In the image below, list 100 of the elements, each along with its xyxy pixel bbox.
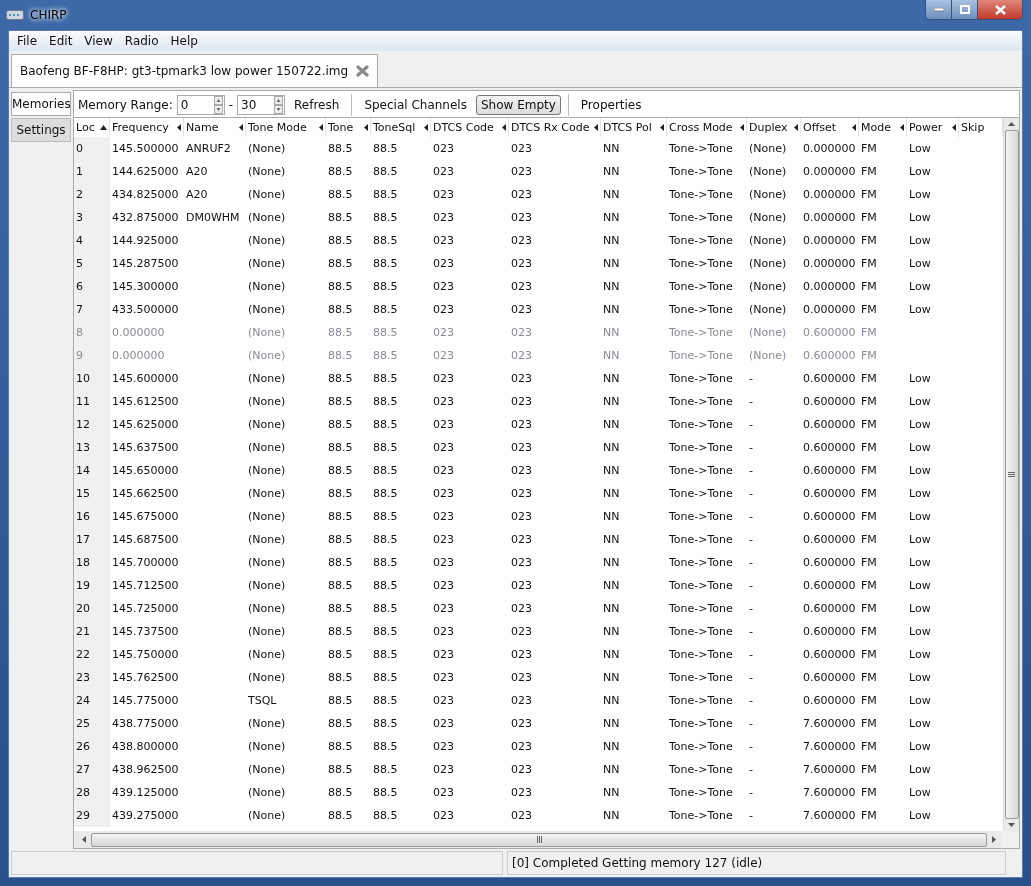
table-cell-text: Low (908, 164, 932, 180)
table-cell-text: Tone->Tone (668, 578, 734, 594)
table-cell-text: 023 (510, 141, 533, 157)
minimize-button[interactable] (926, 0, 952, 19)
table-cell-text: (None) (247, 463, 287, 479)
properties-button[interactable]: Properties (575, 95, 647, 115)
table-cell-text: - (748, 670, 754, 686)
menu-item[interactable]: View (78, 34, 119, 48)
table-cell-text: 023 (432, 164, 455, 180)
column-header[interactable]: Frequency (110, 118, 184, 137)
menu-item[interactable]: Help (164, 34, 204, 48)
table-cell-text: 145.625000 (111, 417, 180, 433)
table-cell-text: Tone->Tone (668, 302, 734, 318)
table-cell-text: (None) (247, 371, 287, 387)
row-number: 23 (74, 666, 110, 689)
side-tab[interactable]: Memories (11, 92, 71, 116)
status-text: [0] Completed Getting memory 127 (idle) (507, 851, 1006, 875)
table-cell-text: - (748, 762, 754, 778)
number-field[interactable]: 0 (176, 95, 225, 115)
table-cell-text: 88.5 (372, 256, 399, 272)
refresh-button[interactable]: Refresh (289, 95, 345, 115)
table-cell-text: NN (602, 279, 621, 295)
table-cell-text: 023 (432, 739, 455, 755)
menu-item[interactable]: Radio (118, 34, 165, 48)
table-cell-text: Low (908, 670, 932, 686)
table-cell-text: TSQL (247, 693, 278, 709)
table-cell-text: 023 (432, 785, 455, 801)
table-cell-text: (None) (247, 739, 287, 755)
column-header[interactable]: DTCS Pol (601, 118, 667, 137)
table-cell-text: 0.000000 (802, 164, 857, 180)
table-cell-text: 023 (510, 325, 533, 341)
table-cell-text: (None) (247, 486, 287, 502)
minimize-icon (933, 7, 944, 12)
column-header[interactable]: DTCS Code (431, 118, 509, 137)
column-header[interactable]: Tone Mode (246, 118, 326, 137)
column-header[interactable]: Tone (326, 118, 371, 137)
menu-item[interactable]: File (11, 34, 44, 48)
row-number: 7 (74, 298, 110, 321)
maximize-button[interactable] (952, 0, 978, 19)
table-cell-text: FM (860, 463, 878, 479)
show-empty-toggle[interactable]: Show Empty (475, 95, 561, 115)
table-cell-text: FM (860, 601, 878, 617)
table-cell-text: 0.600000 (802, 371, 857, 387)
table-cell-text: NN (602, 233, 621, 249)
column-header[interactable]: Duplex (747, 118, 801, 137)
table-cell-text: 0.600000 (802, 693, 857, 709)
table-cell-text: 023 (510, 302, 533, 318)
file-tab[interactable]: Baofeng BF-F8HP: gt3-tpmark3 low power 150722.img (11, 54, 379, 87)
menu-item[interactable]: Edit (43, 34, 79, 48)
row-number: 25 (74, 712, 110, 735)
table-cell-text: - (748, 371, 754, 387)
range-label: Memory Range: (78, 98, 173, 112)
table-cell-text: 88.5 (372, 302, 399, 318)
table-cell-text: 023 (432, 647, 455, 663)
table-cell-text: 0.600000 (802, 578, 857, 594)
table-cell-text: (None) (748, 210, 788, 226)
table-cell-text: 88.5 (372, 417, 399, 433)
column-header[interactable]: Power (907, 118, 959, 137)
table-cell-text: Low (908, 233, 932, 249)
table-cell-text: 88.5 (327, 348, 354, 364)
column-header[interactable]: Skip (959, 118, 1003, 137)
table-cell-text: 88.5 (327, 394, 354, 410)
table-cell-text: - (748, 739, 754, 755)
side-tab[interactable]: Settings (11, 118, 71, 142)
table-cell-text: NN (602, 348, 621, 364)
special-channels-button[interactable]: Special Channels (359, 95, 472, 115)
column-header[interactable]: Mode (859, 118, 907, 137)
row-number: 19 (74, 574, 110, 597)
table-cell-text: 023 (432, 509, 455, 525)
column-header[interactable]: ToneSql (371, 118, 431, 137)
table-cell-text: 023 (432, 187, 455, 203)
column-header[interactable]: Offset (801, 118, 859, 137)
table-cell-text: (None) (748, 302, 788, 318)
table-cell-text: A20 (185, 164, 209, 180)
column-header[interactable]: DTCS Rx Code (509, 118, 601, 137)
scrollbar-thumb[interactable] (91, 832, 987, 847)
table-cell-text: A20 (185, 187, 209, 203)
close-button[interactable] (978, 0, 1022, 19)
table-cell-text: 7.600000 (802, 785, 857, 801)
table-cell-text: Tone->Tone (668, 509, 734, 525)
table-cell-text: - (748, 578, 754, 594)
row-number: 21 (74, 620, 110, 643)
table-cell-text: - (748, 509, 754, 525)
table-cell-text: Low (908, 532, 932, 548)
table-cell-text: (None) (247, 440, 287, 456)
table-cell-text: Tone->Tone (668, 348, 734, 364)
table-cell-text: 023 (510, 601, 533, 617)
table-cell-text: 88.5 (327, 141, 354, 157)
column-header[interactable]: Name (184, 118, 246, 137)
number-field[interactable]: 30 (237, 95, 286, 115)
row-number: 11 (74, 390, 110, 413)
scrollbar-corner (1001, 831, 1019, 848)
horizontal-scrollbar[interactable] (74, 831, 1019, 848)
table-cell-text: 88.5 (372, 233, 399, 249)
table-cell-text: FM (860, 578, 878, 594)
column-header[interactable]: Loc (74, 118, 110, 137)
table-cell-text: FM (860, 647, 878, 663)
table-cell-text: Low (908, 141, 932, 157)
column-header[interactable]: Cross Mode (667, 118, 747, 137)
table-cell-text: 0.600000 (802, 348, 857, 364)
